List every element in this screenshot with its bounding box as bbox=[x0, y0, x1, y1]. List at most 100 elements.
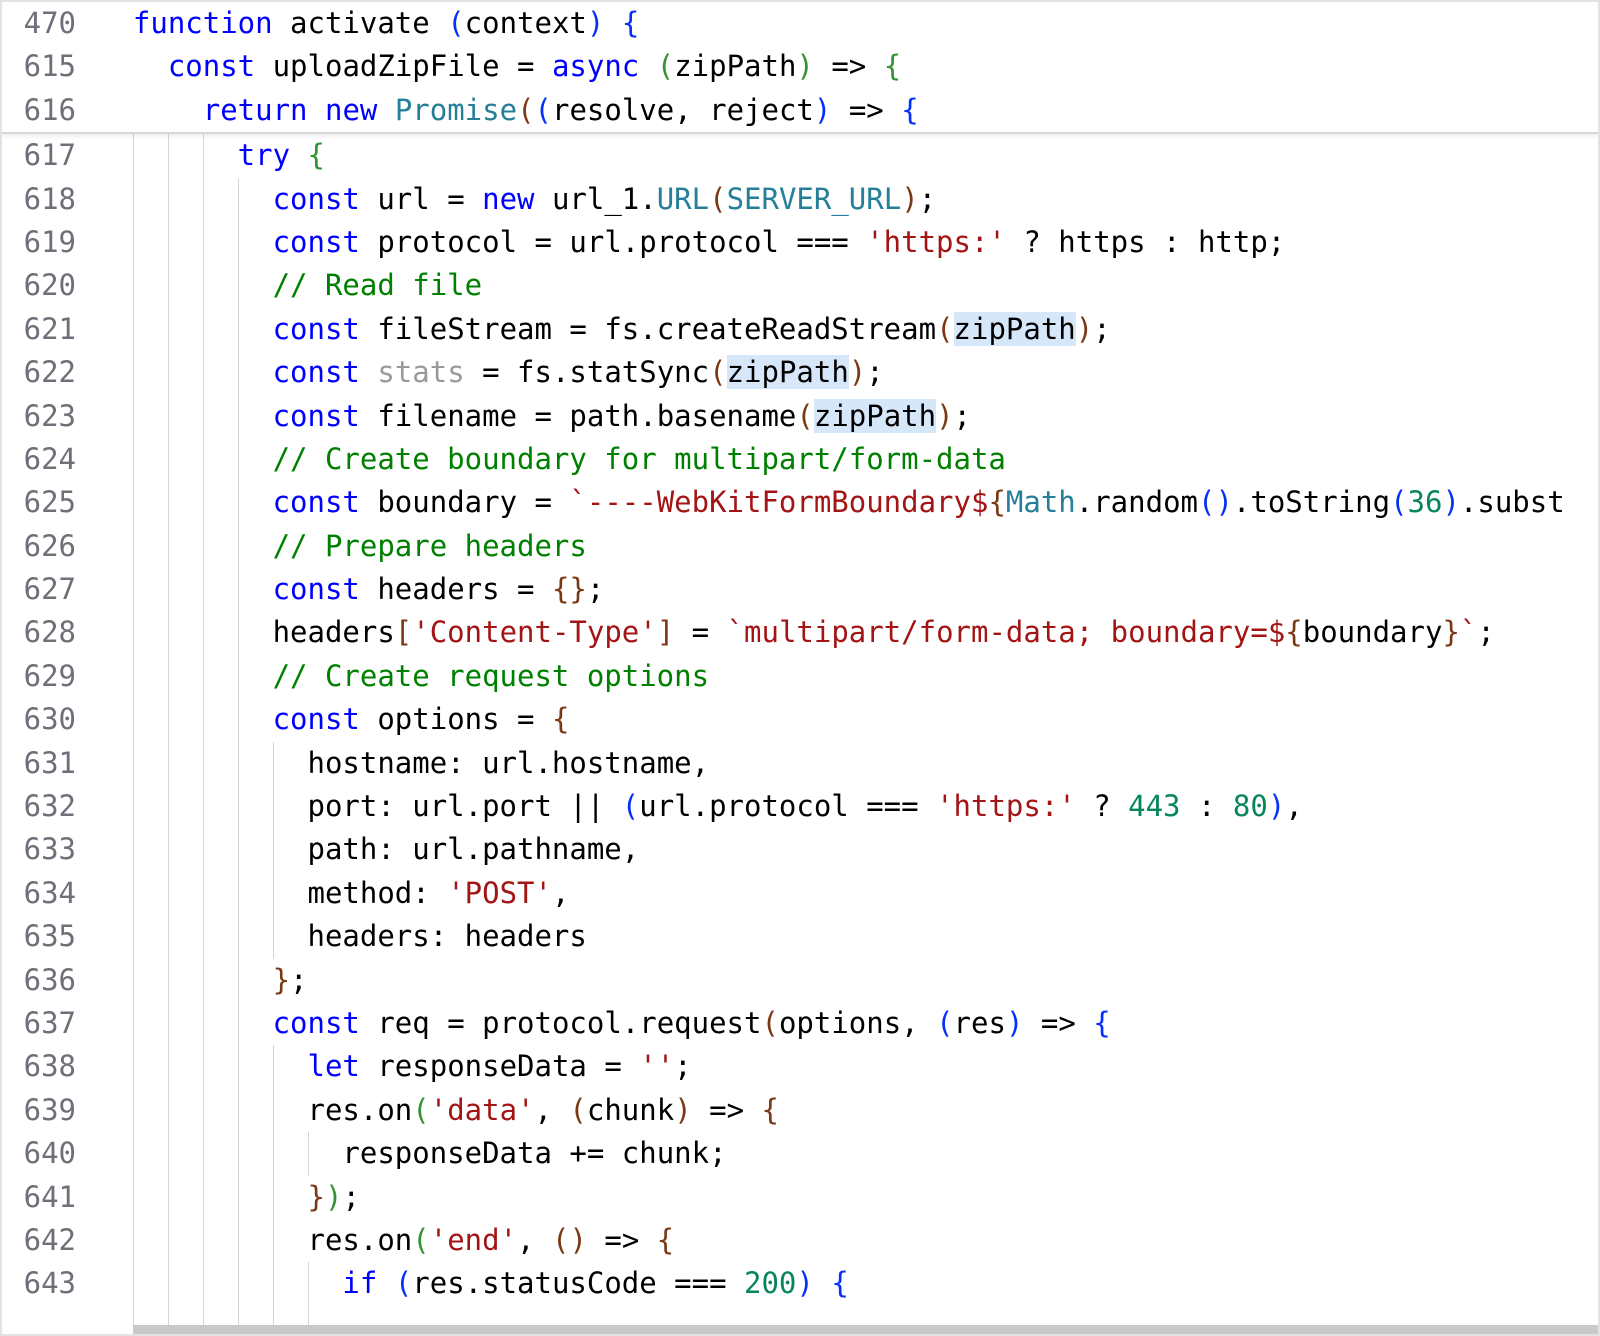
line-number[interactable]: 627 bbox=[2, 568, 98, 611]
code-line-content[interactable]: path: url.pathname, bbox=[98, 828, 1598, 871]
code-line-content[interactable]: const uploadZipFile = async (zipPath) =>… bbox=[98, 45, 1598, 88]
sticky-line[interactable]: 616return new Promise((resolve, reject) … bbox=[2, 89, 1598, 132]
code-line[interactable]: 630const options = { bbox=[2, 698, 1598, 741]
code-line[interactable]: 617try { bbox=[2, 134, 1598, 177]
line-number[interactable]: 620 bbox=[2, 264, 98, 307]
code-line[interactable]: 638let responseData = ''; bbox=[2, 1045, 1598, 1088]
code-line[interactable]: 618const url = new url_1.URL(SERVER_URL)… bbox=[2, 178, 1598, 221]
line-number[interactable]: 637 bbox=[2, 1002, 98, 1045]
line-number[interactable]: 622 bbox=[2, 351, 98, 394]
line-number[interactable]: 625 bbox=[2, 481, 98, 524]
line-number[interactable]: 643 bbox=[2, 1262, 98, 1305]
code-line-content[interactable]: // Create request options bbox=[98, 655, 1598, 698]
code-line[interactable]: 619const protocol = url.protocol === 'ht… bbox=[2, 221, 1598, 264]
line-number[interactable]: 621 bbox=[2, 308, 98, 351]
code-line-content[interactable]: const options = { bbox=[98, 698, 1598, 741]
code-line-content[interactable]: hostname: url.hostname, bbox=[98, 742, 1598, 785]
code-line-content[interactable]: responseData += chunk; bbox=[98, 1132, 1598, 1175]
sticky-line[interactable]: 615const uploadZipFile = async (zipPath)… bbox=[2, 45, 1598, 88]
code-line-content[interactable]: const protocol = url.protocol === 'https… bbox=[98, 221, 1598, 264]
code-line[interactable]: 639res.on('data', (chunk) => { bbox=[2, 1089, 1598, 1132]
code-line[interactable]: 634method: 'POST', bbox=[2, 872, 1598, 915]
code-line[interactable]: 635headers: headers bbox=[2, 915, 1598, 958]
code-line[interactable]: 623const filename = path.basename(zipPat… bbox=[2, 395, 1598, 438]
code-token bbox=[308, 93, 325, 127]
code-line[interactable]: 636}; bbox=[2, 959, 1598, 1002]
line-number[interactable]: 638 bbox=[2, 1045, 98, 1088]
code-line-content[interactable]: method: 'POST', bbox=[98, 872, 1598, 915]
code-line[interactable]: 622const stats = fs.statSync(zipPath); bbox=[2, 351, 1598, 394]
code-line[interactable]: 625const boundary = `----WebKitFormBound… bbox=[2, 481, 1598, 524]
code-line-content[interactable]: let responseData = ''; bbox=[98, 1045, 1598, 1088]
code-line[interactable]: 640responseData += chunk; bbox=[2, 1132, 1598, 1175]
line-number[interactable]: 470 bbox=[2, 2, 98, 45]
line-number[interactable]: 615 bbox=[2, 45, 98, 88]
line-number[interactable]: 632 bbox=[2, 785, 98, 828]
code-line-content[interactable]: // Create boundary for multipart/form-da… bbox=[98, 438, 1598, 481]
line-number[interactable]: 641 bbox=[2, 1176, 98, 1219]
line-number[interactable]: 616 bbox=[2, 89, 98, 132]
line-number[interactable]: 640 bbox=[2, 1132, 98, 1175]
line-number[interactable]: 624 bbox=[2, 438, 98, 481]
code-line[interactable]: 631hostname: url.hostname, bbox=[2, 742, 1598, 785]
line-number[interactable]: 639 bbox=[2, 1089, 98, 1132]
code-line[interactable]: 621const fileStream = fs.createReadStrea… bbox=[2, 308, 1598, 351]
code-line-content[interactable]: res.on('end', () => { bbox=[98, 1219, 1598, 1262]
code-line-content[interactable]: const filename = path.basename(zipPath); bbox=[98, 395, 1598, 438]
line-number[interactable]: 634 bbox=[2, 872, 98, 915]
line-number[interactable]: 617 bbox=[2, 134, 98, 177]
line-number[interactable]: 618 bbox=[2, 178, 98, 221]
code-line[interactable]: 641}); bbox=[2, 1176, 1598, 1219]
line-number[interactable]: 635 bbox=[2, 915, 98, 958]
code-token: fileStream = fs.createReadStream bbox=[360, 312, 936, 346]
line-number[interactable]: 628 bbox=[2, 611, 98, 654]
code-token: const bbox=[273, 399, 360, 433]
line-number[interactable]: 629 bbox=[2, 655, 98, 698]
line-number[interactable]: 626 bbox=[2, 525, 98, 568]
code-line-content[interactable]: const boundary = `----WebKitFormBoundary… bbox=[98, 481, 1598, 524]
code-line-content[interactable]: try { bbox=[98, 134, 1598, 177]
code-line-content[interactable]: }); bbox=[98, 1176, 1598, 1219]
code-line-content[interactable]: headers['Content-Type'] = `multipart/for… bbox=[98, 611, 1598, 654]
line-number[interactable]: 631 bbox=[2, 742, 98, 785]
code-line[interactable]: 628headers['Content-Type'] = `multipart/… bbox=[2, 611, 1598, 654]
code-line-content[interactable]: // Prepare headers bbox=[98, 525, 1598, 568]
code-token: SERVER_URL bbox=[727, 182, 902, 216]
code-line-content[interactable]: const url = new url_1.URL(SERVER_URL); bbox=[98, 178, 1598, 221]
code-line[interactable]: 624// Create boundary for multipart/form… bbox=[2, 438, 1598, 481]
code-token bbox=[639, 49, 656, 83]
sticky-line[interactable]: 470function activate (context) { bbox=[2, 2, 1598, 45]
code-line-content[interactable]: if (res.statusCode === 200) { bbox=[98, 1262, 1598, 1305]
code-line-content[interactable]: }; bbox=[98, 959, 1598, 1002]
code-line[interactable]: 637const req = protocol.request(options,… bbox=[2, 1002, 1598, 1045]
code-line[interactable]: 629// Create request options bbox=[2, 655, 1598, 698]
code-line[interactable]: 627const headers = {}; bbox=[2, 568, 1598, 611]
code-line[interactable]: 620// Read file bbox=[2, 264, 1598, 307]
line-number[interactable]: 630 bbox=[2, 698, 98, 741]
code-token: ( bbox=[1198, 485, 1215, 519]
code-line-content[interactable]: const req = protocol.request(options, (r… bbox=[98, 1002, 1598, 1045]
code-line[interactable]: 626// Prepare headers bbox=[2, 525, 1598, 568]
line-number[interactable]: 636 bbox=[2, 959, 98, 1002]
code-line-content[interactable]: // Read file bbox=[98, 264, 1598, 307]
code-line-content[interactable]: function activate (context) { bbox=[98, 2, 1598, 45]
code-token: let bbox=[308, 1049, 360, 1083]
code-line[interactable]: 643if (res.statusCode === 200) { bbox=[2, 1262, 1598, 1305]
code-line[interactable]: 642res.on('end', () => { bbox=[2, 1219, 1598, 1262]
line-number[interactable]: 642 bbox=[2, 1219, 98, 1262]
code-line-content[interactable]: const headers = {}; bbox=[98, 568, 1598, 611]
horizontal-scrollbar-thumb[interactable] bbox=[133, 1325, 1598, 1334]
code-token: = fs.statSync bbox=[465, 355, 709, 389]
code-line-content[interactable]: const fileStream = fs.createReadStream(z… bbox=[98, 308, 1598, 351]
code-line-content[interactable]: port: url.port || (url.protocol === 'htt… bbox=[98, 785, 1598, 828]
line-number[interactable]: 623 bbox=[2, 395, 98, 438]
code-line-content[interactable]: headers: headers bbox=[98, 915, 1598, 958]
line-number[interactable]: 619 bbox=[2, 221, 98, 264]
code-line-content[interactable]: const stats = fs.statSync(zipPath); bbox=[98, 351, 1598, 394]
code-token: ) bbox=[901, 182, 918, 216]
code-line[interactable]: 633path: url.pathname, bbox=[2, 828, 1598, 871]
code-line-content[interactable]: return new Promise((resolve, reject) => … bbox=[98, 89, 1598, 132]
line-number[interactable]: 633 bbox=[2, 828, 98, 871]
code-line[interactable]: 632port: url.port || (url.protocol === '… bbox=[2, 785, 1598, 828]
code-line-content[interactable]: res.on('data', (chunk) => { bbox=[98, 1089, 1598, 1132]
